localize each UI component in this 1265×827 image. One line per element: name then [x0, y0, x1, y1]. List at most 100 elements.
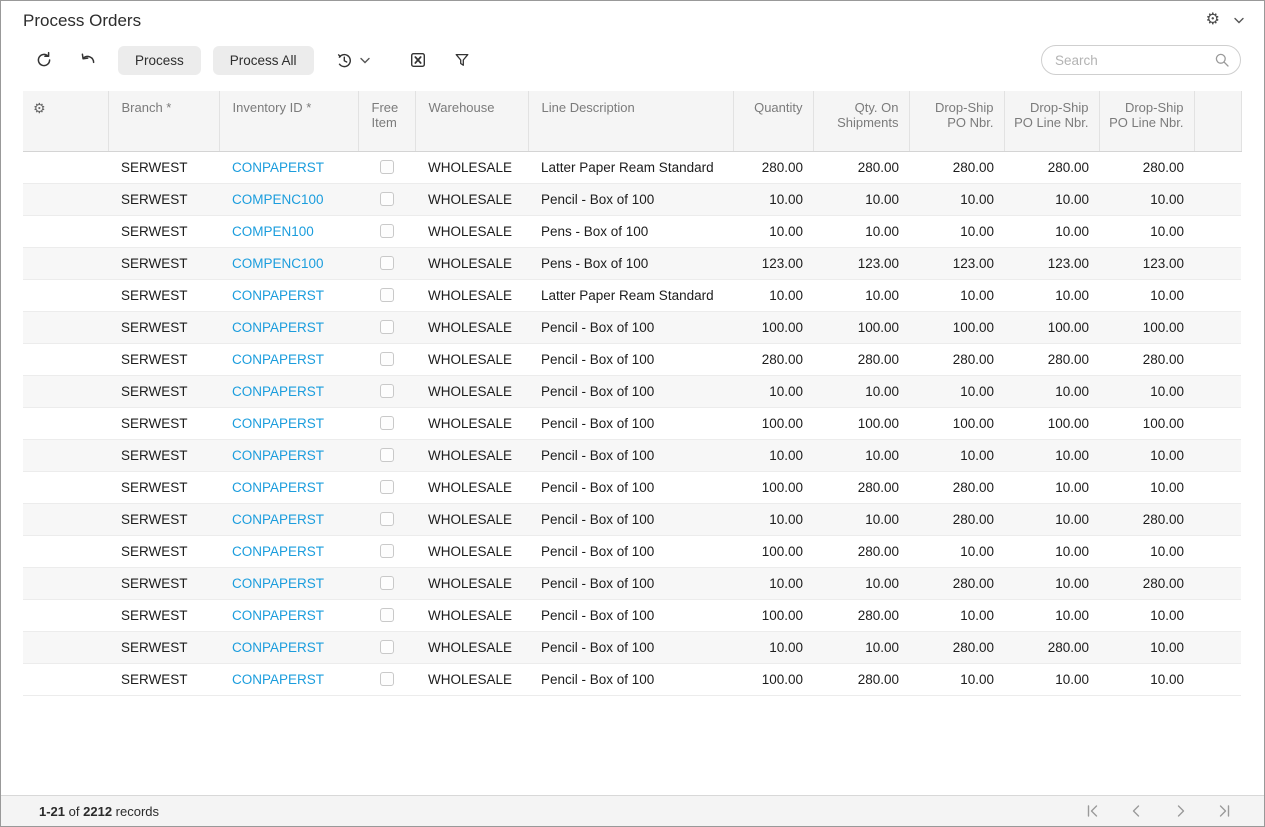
table-row[interactable]: SERWEST CONPAPERST WHOLESALE Latter Pape…	[23, 151, 1241, 183]
cell-inventory-id: CONPAPERST	[219, 631, 358, 663]
free-item-checkbox[interactable]	[380, 608, 394, 622]
cell-line-description: Pencil - Box of 100	[528, 599, 733, 631]
search-input[interactable]	[1041, 45, 1241, 75]
cell-drop-ship-po-line-nbr-2: 10.00	[1099, 631, 1194, 663]
table-row[interactable]: SERWEST CONPAPERST WHOLESALE Latter Pape…	[23, 279, 1241, 311]
free-item-checkbox[interactable]	[380, 480, 394, 494]
column-config-header[interactable]: ⚙	[23, 91, 108, 151]
free-item-checkbox[interactable]	[380, 352, 394, 366]
grid-gear-icon[interactable]: ⚙	[33, 100, 46, 116]
column-header-drop-ship-po-nbr[interactable]: Drop-Ship PO Nbr.	[909, 91, 1004, 151]
free-item-checkbox[interactable]	[380, 544, 394, 558]
cell-free-item	[358, 151, 415, 183]
process-all-button[interactable]: Process All	[213, 46, 314, 75]
free-item-checkbox[interactable]	[380, 384, 394, 398]
refresh-icon[interactable]	[34, 50, 54, 70]
column-header-quantity[interactable]: Quantity	[733, 91, 813, 151]
inventory-id-link[interactable]: CONPAPERST	[232, 576, 324, 591]
cell-qty-on-shipments: 100.00	[813, 311, 909, 343]
cell-warehouse: WHOLESALE	[415, 215, 528, 247]
table-row[interactable]: SERWEST CONPAPERST WHOLESALE Pencil - Bo…	[23, 343, 1241, 375]
column-header-free-item[interactable]: Free Item	[358, 91, 415, 151]
column-header-branch[interactable]: Branch *	[108, 91, 219, 151]
column-header-inventory-id[interactable]: Inventory ID *	[219, 91, 358, 151]
column-header-drop-ship-po-line-nbr[interactable]: Drop-Ship PO Line Nbr.	[1004, 91, 1099, 151]
inventory-id-link[interactable]: CONPAPERST	[232, 480, 324, 495]
schedule-icon[interactable]	[334, 50, 354, 70]
free-item-checkbox[interactable]	[380, 672, 394, 686]
table-row[interactable]: SERWEST CONPAPERST WHOLESALE Pencil - Bo…	[23, 311, 1241, 343]
inventory-id-link[interactable]: COMPEN100	[232, 224, 314, 239]
column-header-line-description[interactable]: Line Description	[528, 91, 733, 151]
column-header-drop-ship-po-line-nbr-2[interactable]: Drop-Ship PO Line Nbr.	[1099, 91, 1194, 151]
table-row[interactable]: SERWEST CONPAPERST WHOLESALE Pencil - Bo…	[23, 375, 1241, 407]
table-row[interactable]: SERWEST COMPEN100 WHOLESALE Pens - Box o…	[23, 215, 1241, 247]
cell-drop-ship-po-line-nbr: 10.00	[1004, 567, 1099, 599]
cell-quantity: 100.00	[733, 471, 813, 503]
inventory-id-link[interactable]: CONPAPERST	[232, 448, 324, 463]
export-excel-icon[interactable]	[408, 50, 428, 70]
inventory-id-link[interactable]: CONPAPERST	[232, 352, 324, 367]
column-header-warehouse[interactable]: Warehouse	[415, 91, 528, 151]
cell-drop-ship-po-line-nbr: 10.00	[1004, 599, 1099, 631]
table-row[interactable]: SERWEST COMPENC100 WHOLESALE Pens - Box …	[23, 247, 1241, 279]
inventory-id-link[interactable]: CONPAPERST	[232, 608, 324, 623]
table-row[interactable]: SERWEST CONPAPERST WHOLESALE Pencil - Bo…	[23, 471, 1241, 503]
table-row[interactable]: SERWEST CONPAPERST WHOLESALE Pencil - Bo…	[23, 535, 1241, 567]
cell-spacer	[1194, 407, 1241, 439]
cell-qty-on-shipments: 10.00	[813, 567, 909, 599]
free-item-checkbox[interactable]	[380, 448, 394, 462]
prev-page-button[interactable]	[1129, 804, 1144, 818]
next-page-button[interactable]	[1173, 804, 1188, 818]
free-item-checkbox[interactable]	[380, 256, 394, 270]
settings-gear-icon[interactable]: ⚙	[1206, 12, 1220, 28]
pager	[1085, 804, 1232, 818]
table-row[interactable]: SERWEST CONPAPERST WHOLESALE Pencil - Bo…	[23, 567, 1241, 599]
inventory-id-link[interactable]: CONPAPERST	[232, 512, 324, 527]
inventory-id-link[interactable]: CONPAPERST	[232, 416, 324, 431]
free-item-checkbox[interactable]	[380, 288, 394, 302]
cell-branch: SERWEST	[108, 247, 219, 279]
inventory-id-link[interactable]: CONPAPERST	[232, 384, 324, 399]
free-item-checkbox[interactable]	[380, 416, 394, 430]
inventory-id-link[interactable]: CONPAPERST	[232, 288, 324, 303]
free-item-checkbox[interactable]	[380, 224, 394, 238]
free-item-checkbox[interactable]	[380, 160, 394, 174]
cell-quantity: 10.00	[733, 183, 813, 215]
inventory-id-link[interactable]: COMPENC100	[232, 256, 324, 271]
undo-icon[interactable]	[78, 50, 98, 70]
free-item-checkbox[interactable]	[380, 576, 394, 590]
cell-warehouse: WHOLESALE	[415, 631, 528, 663]
process-button[interactable]: Process	[118, 46, 201, 75]
free-item-checkbox[interactable]	[380, 320, 394, 334]
inventory-id-link[interactable]: CONPAPERST	[232, 160, 324, 175]
inventory-id-link[interactable]: CONPAPERST	[232, 320, 324, 335]
free-item-checkbox[interactable]	[380, 192, 394, 206]
inventory-id-link[interactable]: COMPENC100	[232, 192, 324, 207]
table-row[interactable]: SERWEST CONPAPERST WHOLESALE Pencil - Bo…	[23, 599, 1241, 631]
schedule-chevron-down-icon[interactable]	[360, 57, 370, 64]
table-row[interactable]: SERWEST CONPAPERST WHOLESALE Pencil - Bo…	[23, 631, 1241, 663]
free-item-checkbox[interactable]	[380, 640, 394, 654]
cell-row-selector	[23, 631, 108, 663]
table-row[interactable]: SERWEST COMPENC100 WHOLESALE Pencil - Bo…	[23, 183, 1241, 215]
filter-icon[interactable]	[452, 50, 472, 70]
last-page-button[interactable]	[1217, 804, 1232, 818]
inventory-id-link[interactable]: CONPAPERST	[232, 544, 324, 559]
cell-inventory-id: CONPAPERST	[219, 599, 358, 631]
table-row[interactable]: SERWEST CONPAPERST WHOLESALE Pencil - Bo…	[23, 407, 1241, 439]
cell-spacer	[1194, 343, 1241, 375]
free-item-checkbox[interactable]	[380, 512, 394, 526]
cell-warehouse: WHOLESALE	[415, 247, 528, 279]
first-page-button[interactable]	[1085, 804, 1100, 818]
cell-branch: SERWEST	[108, 407, 219, 439]
table-row[interactable]: SERWEST CONPAPERST WHOLESALE Pencil - Bo…	[23, 439, 1241, 471]
inventory-id-link[interactable]: CONPAPERST	[232, 640, 324, 655]
cell-branch: SERWEST	[108, 279, 219, 311]
table-row[interactable]: SERWEST CONPAPERST WHOLESALE Pencil - Bo…	[23, 503, 1241, 535]
cell-row-selector	[23, 407, 108, 439]
column-header-qty-on-shipments[interactable]: Qty. On Shipments	[813, 91, 909, 151]
inventory-id-link[interactable]: CONPAPERST	[232, 672, 324, 687]
chevron-down-icon[interactable]	[1234, 17, 1244, 24]
table-row[interactable]: SERWEST CONPAPERST WHOLESALE Pencil - Bo…	[23, 663, 1241, 695]
